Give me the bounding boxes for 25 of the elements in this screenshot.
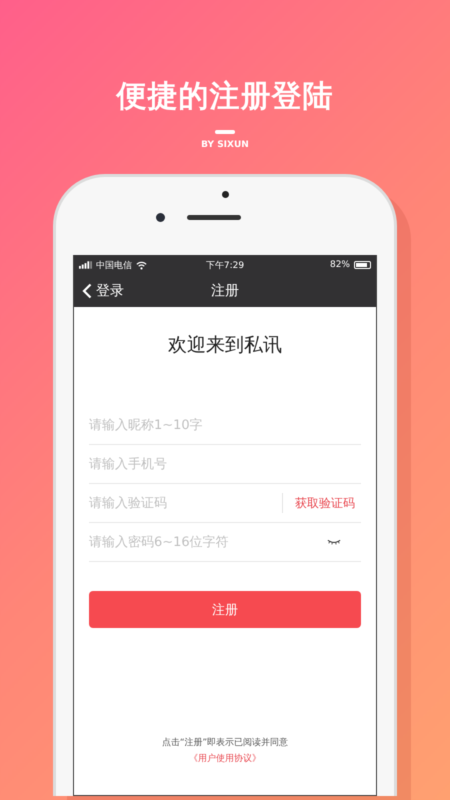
register-button[interactable]: 注册 <box>89 591 361 628</box>
back-button[interactable]: 登录 <box>74 282 132 300</box>
carrier-name: 中国电信 <box>96 260 132 272</box>
input-field[interactable]: 请输入手机号 <box>89 456 361 472</box>
closed-eye-icon[interactable] <box>327 538 341 546</box>
terms-notice: 点击“注册”即表示已阅读并同意 <box>162 736 288 749</box>
wifi-icon <box>136 260 147 270</box>
welcome-heading: 欢迎来到私讯 <box>167 333 283 358</box>
input-field[interactable]: 请输入验证码 <box>89 496 282 510</box>
battery-icon <box>354 261 371 269</box>
byline: BY SIXUN <box>201 140 249 150</box>
password-field[interactable]: 请输入密码6~16位字符 <box>89 534 327 550</box>
camera-icon <box>156 213 164 222</box>
input-field[interactable]: 请输入昵称1~10字 <box>89 418 361 432</box>
signal-icon <box>79 261 92 269</box>
nav-title: 注册 <box>211 282 239 300</box>
battery-percent: 82% <box>330 260 350 270</box>
speaker-icon <box>186 215 240 220</box>
headline: 便捷的注册登陆 <box>116 78 334 116</box>
sensor-icon <box>222 191 228 198</box>
get-code-button[interactable]: 获取验证码 <box>282 493 361 513</box>
agreement-link[interactable]: 《用户使用协议》 <box>189 752 261 765</box>
back-chevron-icon <box>82 283 92 299</box>
clock: 下午7:29 <box>206 260 244 272</box>
dash-mark <box>215 130 235 134</box>
